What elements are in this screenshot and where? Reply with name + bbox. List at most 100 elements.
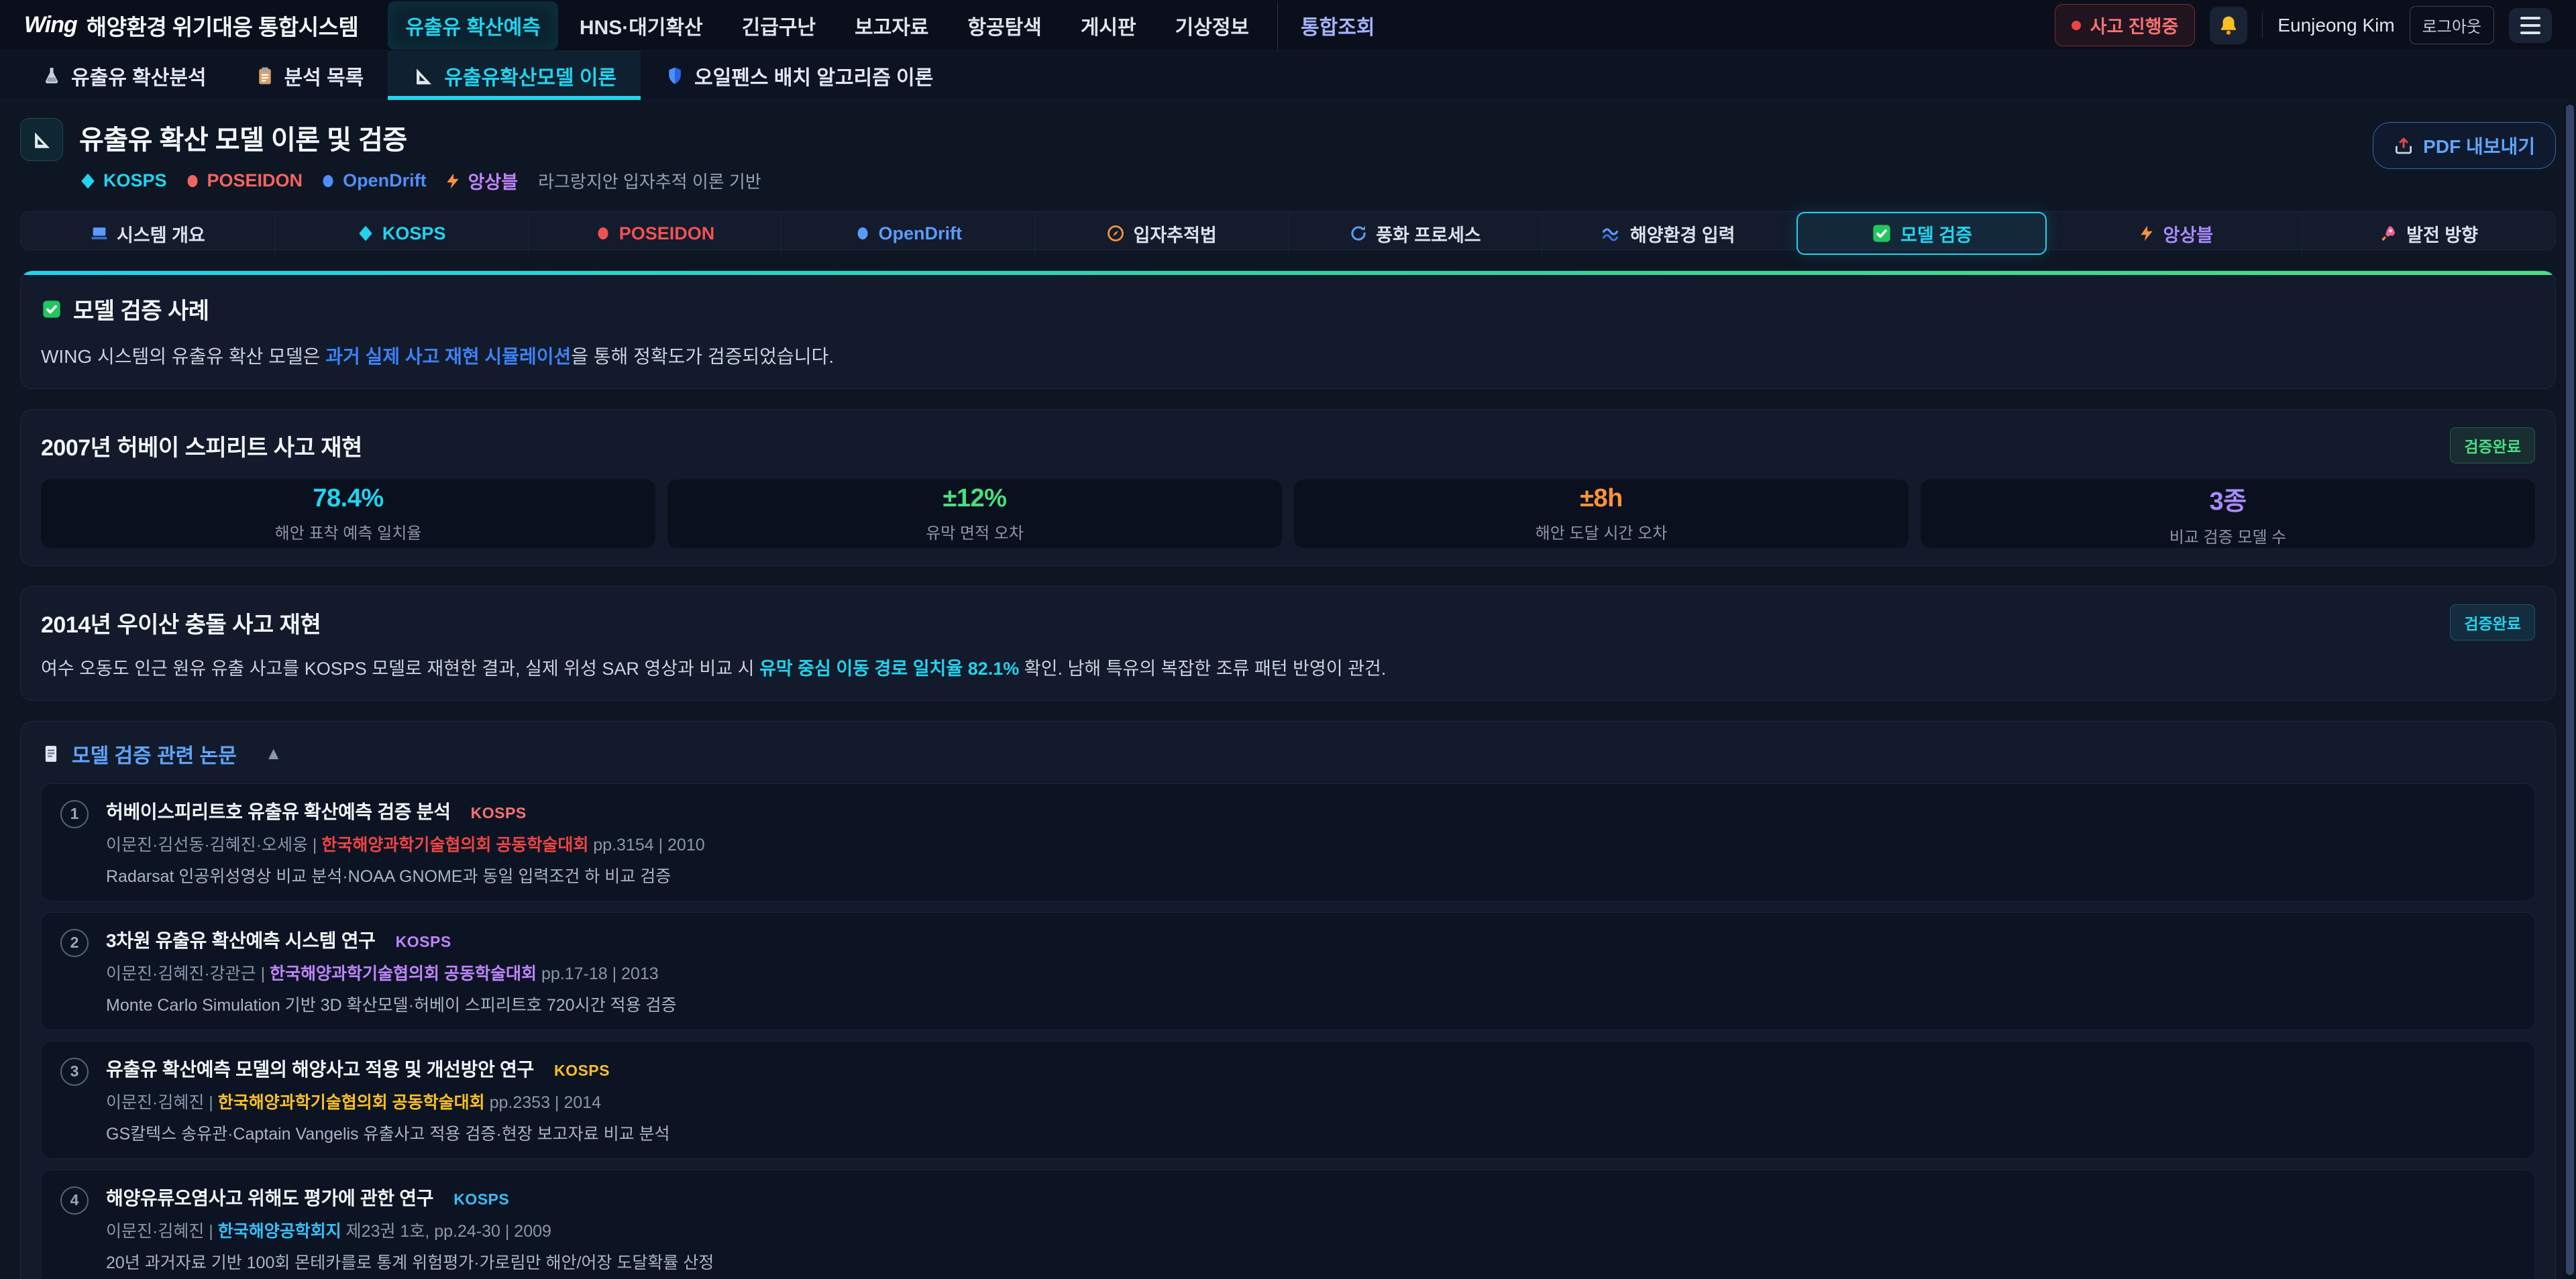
pdf-export-button[interactable]: PDF 내보내기 bbox=[2373, 122, 2556, 169]
page-title: 유출유 확산 모델 이론 및 검증 bbox=[79, 118, 761, 157]
diamond-icon bbox=[79, 172, 97, 190]
check-icon bbox=[41, 298, 62, 320]
topnav-item[interactable]: 긴급구난 bbox=[724, 1, 833, 50]
rocket-icon bbox=[2379, 224, 2398, 243]
page-header: 유출유 확산 모델 이론 및 검증 라그랑지안 입자추적 이론 기반 KOSPS… bbox=[20, 118, 2556, 194]
user-name: Eunjeong Kim bbox=[2277, 15, 2394, 36]
paper-number: 2 bbox=[60, 929, 89, 957]
papers-header: 모델 검증 관련 논문 ▲ bbox=[41, 739, 2535, 769]
paper-model-tag: KOSPS bbox=[471, 804, 527, 822]
stat-value: ±8h bbox=[1580, 484, 1623, 513]
bolt-icon bbox=[2138, 225, 2155, 242]
sub-tab[interactable]: 유출유 확산분석 bbox=[17, 51, 231, 100]
divider bbox=[2262, 13, 2263, 38]
sub-tab[interactable]: 오일펜스 배치 알고리즘 이론 bbox=[641, 51, 957, 100]
export-icon bbox=[2394, 135, 2414, 156]
verified-badge: 검증완료 bbox=[2450, 427, 2535, 463]
section-nav-item[interactable]: 모델 검증 bbox=[1796, 212, 2047, 255]
app-title: 해양환경 위기대응 통합시스템 bbox=[87, 9, 359, 42]
section-nav-item[interactable]: 앙상블 bbox=[2048, 212, 2302, 255]
section-nav: 시스템 개요 KOSPS POSEIDON OpenDrift 입자추적법 풍화… bbox=[20, 211, 2556, 250]
sub-tab[interactable]: 유출유확산모델 이론 bbox=[388, 51, 641, 100]
incident-status-badge[interactable]: 사고 진행중 bbox=[2055, 4, 2196, 46]
topnav-item[interactable]: HNS·대기확산 bbox=[562, 1, 720, 50]
model-badge: 앙상블 bbox=[444, 168, 519, 194]
stat-label: 해안 표착 예측 일치율 bbox=[275, 520, 422, 543]
stat-value: 78.4% bbox=[313, 484, 383, 513]
section-nav-item[interactable]: 발전 방향 bbox=[2302, 212, 2555, 255]
topnav-item[interactable]: 보고자료 bbox=[837, 1, 946, 50]
stat-value: 3종 bbox=[2209, 480, 2246, 517]
topnav-item[interactable]: 유출유 확산예측 bbox=[388, 1, 558, 50]
page-subtitle: 라그랑지안 입자추적 이론 기반 bbox=[538, 168, 761, 193]
case-2007-card: 2007년 허베이 스피리트 사고 재현 검증완료 78.4% 해안 표착 예측… bbox=[20, 409, 2556, 566]
section-nav-item[interactable]: KOSPS bbox=[274, 212, 528, 255]
paper-item[interactable]: 4 해양유류오염사고 위해도 평가에 관한 연구 KOSPS 이문진·김혜진 |… bbox=[41, 1170, 2535, 1279]
paper-description: 20년 과거자료 기반 100회 몬테카를로 통계 위험평가·가로림만 해안/어… bbox=[106, 1249, 714, 1274]
topnav-item[interactable]: 통합조회 bbox=[1277, 1, 1392, 50]
section-nav-item[interactable]: OpenDrift bbox=[781, 212, 1034, 255]
top-bar: Wing 해양환경 위기대응 통합시스템 유출유 확산예측HNS·대기확산긴급구… bbox=[0, 0, 2576, 51]
circle-icon bbox=[855, 225, 871, 241]
paper-model-tag: KOSPS bbox=[396, 933, 451, 951]
validation-intro-card: 모델 검증 사례 WING 시스템의 유출유 확산 모델은 과거 실제 사고 재… bbox=[20, 270, 2556, 389]
page-icon-box bbox=[20, 118, 63, 161]
section-nav-item[interactable]: POSEIDON bbox=[528, 212, 782, 255]
paper-description: Monte Carlo Simulation 기반 3D 확산모델·허베이 스피… bbox=[106, 992, 676, 1016]
validation-intro-text: WING 시스템의 유출유 확산 모델은 과거 실제 사고 재현 시뮬레이션을 … bbox=[41, 343, 2535, 371]
paper-meta: 이문진·김혜진·강관근 | 한국해양과학기술협의회 공동학술대회 pp.17-1… bbox=[106, 960, 676, 985]
circle-icon bbox=[320, 173, 336, 189]
stat-box: ±12% 유막 면적 오차 bbox=[667, 480, 1282, 548]
case-2014-card: 2014년 우이산 충돌 사고 재현 검증완료 여수 오동도 인근 원유 유출 … bbox=[20, 586, 2556, 701]
topbar-right: 사고 진행중 Eunjeong Kim 로그아웃 bbox=[2055, 4, 2552, 46]
intro-highlight: 과거 실제 사고 재현 시뮬레이션 bbox=[325, 346, 571, 367]
paper-title: 해양유류오염사고 위해도 평가에 관한 연구 bbox=[106, 1184, 433, 1211]
paper-meta: 이문진·김혜진 | 한국해양공학회지 제23권 1호, pp.24-30 | 2… bbox=[106, 1218, 714, 1242]
paper-meta: 이문진·김혜진 | 한국해양과학기술협의회 공동학술대회 pp.2353 | 2… bbox=[106, 1089, 670, 1113]
bell-icon bbox=[2217, 14, 2240, 37]
paper-item[interactable]: 2 3차원 유출유 확산예측 시스템 연구 KOSPS 이문진·김혜진·강관근 … bbox=[41, 912, 2535, 1030]
shield-icon bbox=[665, 66, 685, 86]
section-nav-item[interactable]: 해양환경 입력 bbox=[1542, 212, 1795, 255]
case-2014-highlight: 유막 중심 이동 경로 일치율 82.1% bbox=[759, 659, 1019, 679]
sub-tab-bar: 유출유 확산분석 분석 목록 유출유확산모델 이론 오일펜스 배치 알고리즘 이… bbox=[0, 51, 2576, 101]
paper-item[interactable]: 1 허베이스피리트호 유출유 확산예측 검증 분석 KOSPS 이문진·김선동·… bbox=[41, 783, 2535, 901]
paper-title: 유출유 확산예측 모델의 해양사고 적용 및 개선방안 연구 bbox=[106, 1055, 534, 1082]
notifications-button[interactable] bbox=[2210, 7, 2247, 44]
stat-label: 비교 검증 모델 수 bbox=[2169, 524, 2287, 547]
topnav-item[interactable]: 기상정보 bbox=[1158, 1, 1267, 50]
collapse-arrow[interactable]: ▲ bbox=[265, 743, 282, 764]
stat-label: 유막 면적 오차 bbox=[926, 520, 1024, 543]
stat-box: ±8h 해안 도달 시간 오차 bbox=[1294, 480, 1909, 548]
main-nav: 유출유 확산예측HNS·대기확산긴급구난보고자료항공탐색게시판기상정보통합조회 bbox=[388, 0, 1396, 50]
validation-intro-title: 모델 검증 사례 bbox=[73, 292, 209, 325]
menu-button[interactable] bbox=[2509, 8, 2552, 43]
verified-badge: 검증완료 bbox=[2450, 604, 2535, 641]
sub-tab[interactable]: 분석 목록 bbox=[231, 51, 388, 100]
circle-icon bbox=[184, 173, 201, 189]
topnav-item[interactable]: 항공탐색 bbox=[950, 1, 1059, 50]
section-nav-item[interactable]: 풍화 프로세스 bbox=[1288, 212, 1542, 255]
case-2014-title: 2014년 우이산 충돌 사고 재현 bbox=[41, 606, 321, 639]
pdf-export-label: PDF 내보내기 bbox=[2423, 132, 2535, 159]
paper-description: GS칼텍스 송유관·Captain Vangelis 유출사고 적용 검증·현장… bbox=[106, 1121, 670, 1145]
check-icon bbox=[1871, 223, 1892, 244]
paper-item[interactable]: 3 유출유 확산예측 모델의 해양사고 적용 및 개선방안 연구 KOSPS 이… bbox=[41, 1041, 2535, 1159]
stat-value: ±12% bbox=[943, 484, 1007, 513]
status-label: 사고 진행중 bbox=[2090, 12, 2179, 38]
case-2014-text: 여수 오동도 인근 원유 유출 사고를 KOSPS 모델로 재현한 결과, 실제… bbox=[41, 655, 2535, 683]
circle-icon bbox=[595, 225, 611, 241]
model-badge: KOSPS bbox=[79, 170, 167, 191]
paper-model-tag: KOSPS bbox=[554, 1062, 610, 1080]
papers-title: 모델 검증 관련 논문 bbox=[72, 739, 237, 769]
topnav-item[interactable]: 게시판 bbox=[1063, 1, 1154, 50]
section-nav-item[interactable]: 시스템 개요 bbox=[21, 212, 274, 255]
paper-title: 3차원 유출유 확산예측 시스템 연구 bbox=[106, 926, 376, 953]
paper-number: 3 bbox=[60, 1058, 89, 1086]
scrollbar-thumb[interactable] bbox=[2566, 105, 2574, 1275]
bolt-icon bbox=[444, 172, 462, 190]
logout-button[interactable]: 로그아웃 bbox=[2410, 6, 2494, 44]
content: 유출유 확산 모델 이론 및 검증 라그랑지안 입자추적 이론 기반 KOSPS… bbox=[0, 101, 2576, 1279]
section-nav-item[interactable]: 입자추적법 bbox=[1034, 212, 1288, 255]
wave-icon bbox=[1602, 223, 1622, 243]
